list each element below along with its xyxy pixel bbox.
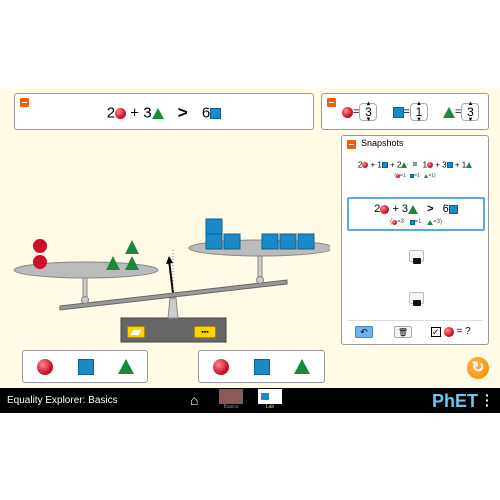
basics-screen-icon [219, 389, 243, 404]
ball-coefficient: 2 [106, 104, 116, 122]
navigation-bar: Equality Explorer: Basics ⌂ Basics Lab P… [0, 388, 500, 413]
take-snapshot-button-4[interactable] [409, 292, 424, 306]
values-panel: =3 =1 =3 [321, 93, 489, 130]
divider [347, 320, 483, 321]
home-button[interactable]: ⌂ [190, 392, 198, 408]
square-toolbox-item[interactable] [254, 359, 270, 375]
organize-icon: ▪▪▪ [201, 329, 209, 336]
ball-icon [380, 204, 390, 214]
ball-icon [427, 161, 434, 168]
triangle-toolbox-item[interactable] [294, 359, 310, 374]
square-item [223, 233, 241, 250]
square-icon [448, 204, 458, 214]
triangle-coefficient: 3 [143, 104, 152, 122]
restore-snapshot-button[interactable]: ↶ [355, 326, 373, 338]
ball-icon [362, 161, 369, 168]
ball-item [33, 255, 47, 269]
plus-sign: + [130, 104, 140, 122]
tilt-indicator [168, 259, 174, 294]
square-icon [210, 107, 222, 119]
screen-label-lab: Lab [265, 404, 275, 410]
triangle-item [125, 240, 139, 254]
equation-panel: 2 + 3 > 6 [14, 93, 314, 130]
snapshots-panel: Snapshots 2 + 1 + 2 = 1 + 3 + 1 (=1 =1 =… [341, 135, 489, 345]
reset-all-button[interactable]: ↻ [467, 357, 489, 379]
ball-toolbox-item[interactable] [213, 359, 229, 375]
ball-icon [443, 326, 454, 337]
sim-title: Equality Explorer: Basics [7, 395, 118, 406]
left-toolbox [22, 350, 148, 383]
ball-value-spinner[interactable]: 3 [359, 96, 378, 128]
square-item [205, 218, 223, 235]
phet-logo: PhET [432, 391, 479, 411]
eraser-icon [130, 330, 142, 335]
trash-icon: 🗑 [397, 328, 409, 337]
balance-scale [13, 218, 330, 343]
triangle-value-spinner[interactable]: 3 [461, 96, 480, 128]
screen-basics-button[interactable]: Basics [218, 389, 244, 410]
triangle-icon [408, 204, 419, 214]
square-coefficient: 6 [201, 104, 211, 122]
square-item [279, 233, 297, 250]
undo-icon: ↶ [360, 327, 368, 337]
snapshot-2-selected[interactable]: 2 + 3 > 6 (=3 =1 =3) [347, 197, 485, 231]
triangle-icon [401, 161, 408, 168]
square-item [297, 233, 315, 250]
relation-operator: > [177, 103, 188, 122]
square-icon [381, 161, 388, 168]
camera-icon [412, 258, 421, 264]
right-toolbox [198, 350, 325, 383]
checkbox-checked-icon: ✓ [431, 326, 441, 337]
triangle-icon [151, 107, 164, 119]
triangle-icon [443, 106, 455, 118]
ball-toolbox-item[interactable] [37, 359, 53, 375]
delete-snapshot-button[interactable]: 🗑 [394, 326, 412, 338]
square-icon [446, 161, 453, 168]
take-snapshot-button-3[interactable] [409, 250, 424, 264]
triangle-icon [466, 161, 473, 168]
collapse-snapshots-button[interactable] [347, 140, 356, 149]
screen-label-basics: Basics [223, 404, 239, 410]
menu-icon: · · · [485, 387, 490, 413]
ball-icon [115, 107, 127, 119]
ball-item [33, 239, 47, 253]
square-item [205, 233, 223, 250]
fulcrum [167, 297, 179, 319]
square-icon [392, 106, 404, 118]
refresh-icon: ↻ [471, 359, 485, 376]
camera-icon [412, 300, 421, 306]
organize-button[interactable]: ▪▪▪ [194, 326, 216, 338]
show-values-label: = ? [456, 326, 471, 337]
options-menu-button[interactable]: · · · [485, 388, 490, 412]
collapse-values-button[interactable] [327, 98, 336, 107]
equals: = [403, 105, 410, 118]
square-toolbox-item[interactable] [78, 359, 94, 375]
show-values-checkbox[interactable]: ✓ = ? [431, 326, 471, 337]
square-item [261, 233, 279, 250]
ball-icon [342, 106, 353, 118]
screen-lab-button[interactable]: Lab [257, 389, 283, 410]
lab-screen-icon [258, 389, 282, 404]
snapshots-title: Snapshots [361, 138, 404, 148]
triangle-toolbox-item[interactable] [118, 359, 134, 374]
home-icon: ⌂ [190, 392, 199, 408]
square-value-spinner[interactable]: 1 [409, 96, 428, 128]
snapshot-1[interactable]: 2 + 1 + 2 = 1 + 3 + 1 (=1 =1 =1) [346, 158, 484, 186]
clear-scale-button[interactable] [127, 326, 145, 338]
